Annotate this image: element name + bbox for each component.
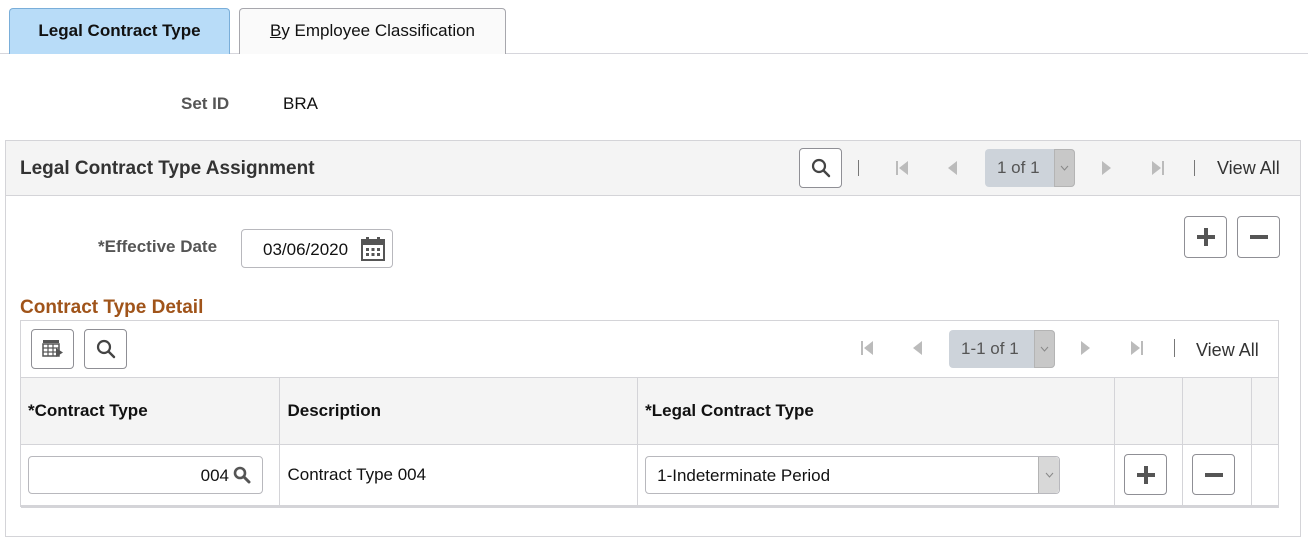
tab-label: y Employee Classification xyxy=(281,21,476,40)
search-icon xyxy=(96,339,115,359)
effective-date-input[interactable]: 03/06/2020 xyxy=(241,229,393,268)
chevron-down-icon xyxy=(1060,165,1069,171)
setid-value: BRA xyxy=(283,94,318,113)
table-header-row: *Contract Type Description *Legal Contra… xyxy=(21,378,1280,445)
next-button[interactable] xyxy=(1096,158,1116,178)
next-icon xyxy=(1081,341,1090,355)
personalize-button[interactable] xyxy=(31,329,74,369)
first-page-icon xyxy=(861,341,873,355)
legal-contract-type-value: 1-Indeterminate Period xyxy=(657,465,831,485)
spacer-cell xyxy=(1251,444,1280,508)
select-dropdown[interactable] xyxy=(1038,456,1060,493)
legal-contract-type-cell: 1-Indeterminate Period xyxy=(637,444,1116,508)
calendar-button[interactable] xyxy=(361,237,385,266)
contract-type-detail-grid: 1-1 of 1 View All *Contract Type Descrip… xyxy=(20,320,1280,508)
column-header-add xyxy=(1114,378,1183,445)
lookup-button[interactable] xyxy=(233,466,251,489)
add-grid-row-button[interactable] xyxy=(1124,454,1168,495)
search-icon xyxy=(233,466,251,483)
panel-title: Legal Contract Type Assignment xyxy=(20,158,315,179)
last-page-icon xyxy=(1152,161,1164,175)
grid-title: Contract Type Detail xyxy=(20,297,204,318)
legal-contract-type-select[interactable]: 1-Indeterminate Period xyxy=(645,455,1061,494)
next-icon xyxy=(1102,161,1111,175)
contract-type-input[interactable]: 004 xyxy=(28,455,263,494)
minus-icon xyxy=(1204,472,1223,477)
search-icon xyxy=(811,158,830,178)
separator xyxy=(1174,339,1175,357)
find-button[interactable] xyxy=(799,148,842,188)
grid-find-button[interactable] xyxy=(84,329,127,369)
previous-icon xyxy=(948,161,957,175)
pager-dropdown[interactable] xyxy=(1054,149,1075,187)
grid-row-pager[interactable]: 1-1 of 1 xyxy=(949,330,1055,368)
tab-bar: Legal Contract Type By Employee Classifi… xyxy=(0,0,1308,54)
delete-grid-row-button[interactable] xyxy=(1192,454,1235,495)
column-header-spacer xyxy=(1251,378,1280,445)
first-page-icon xyxy=(896,161,908,175)
panel-header: Legal Contract Type Assignment 1 of 1 Vi… xyxy=(6,141,1300,196)
delete-row-button[interactable] xyxy=(1237,216,1280,258)
chevron-down-icon xyxy=(1045,472,1053,478)
grid-toolbar: 1-1 of 1 View All xyxy=(21,321,1278,378)
delete-cell xyxy=(1182,444,1252,508)
previous-button[interactable] xyxy=(943,158,963,178)
first-page-button[interactable] xyxy=(892,158,912,178)
view-all-link[interactable]: View All xyxy=(1217,158,1280,179)
last-page-icon xyxy=(1131,341,1143,355)
pager-dropdown[interactable] xyxy=(1034,330,1055,368)
column-header-description: Description xyxy=(279,378,639,445)
column-header-delete xyxy=(1182,378,1252,445)
chevron-down-icon xyxy=(1040,346,1049,352)
table-row: 004 Contract Type 004 1-Indeterminate Pe… xyxy=(21,444,1280,508)
plus-icon xyxy=(1196,228,1215,246)
tab-label: Legal Contract Type xyxy=(38,21,201,40)
calendar-icon xyxy=(361,237,385,261)
grid-view-all-link[interactable]: View All xyxy=(1196,340,1259,361)
column-header-contract-type: *Contract Type xyxy=(21,378,281,445)
pager-text: 1-1 of 1 xyxy=(961,339,1019,358)
setid-label: Set ID xyxy=(181,94,230,113)
contract-type-value: 004 xyxy=(200,465,229,485)
effective-date-label: *Effective Date xyxy=(98,237,218,256)
tab-by-employee-classification[interactable]: By Employee Classification xyxy=(239,8,506,54)
minus-icon xyxy=(1249,235,1268,239)
tab-accesskey: B xyxy=(269,21,282,40)
separator xyxy=(1194,160,1195,176)
plus-icon xyxy=(1136,465,1155,484)
row-pager[interactable]: 1 of 1 xyxy=(985,149,1075,187)
effective-date-value: 03/06/2020 xyxy=(263,240,349,259)
contract-type-cell: 004 xyxy=(21,444,281,508)
description-cell: Contract Type 004 xyxy=(279,444,639,508)
pager-text: 1 of 1 xyxy=(997,158,1040,177)
add-cell xyxy=(1114,444,1183,508)
grid-last-page-button[interactable] xyxy=(1127,338,1147,358)
tab-legal-contract-type[interactable]: Legal Contract Type xyxy=(9,8,230,54)
grid-next-button[interactable] xyxy=(1075,338,1095,358)
contract-type-table: *Contract Type Description *Legal Contra… xyxy=(21,378,1280,508)
grid-personalize-icon xyxy=(41,340,63,357)
previous-icon xyxy=(913,341,922,355)
column-header-legal-contract-type: *Legal Contract Type xyxy=(637,378,1116,445)
add-row-button[interactable] xyxy=(1184,216,1227,258)
last-page-button[interactable] xyxy=(1148,158,1168,178)
grid-first-page-button[interactable] xyxy=(857,338,877,358)
separator xyxy=(858,160,859,176)
grid-previous-button[interactable] xyxy=(908,338,928,358)
